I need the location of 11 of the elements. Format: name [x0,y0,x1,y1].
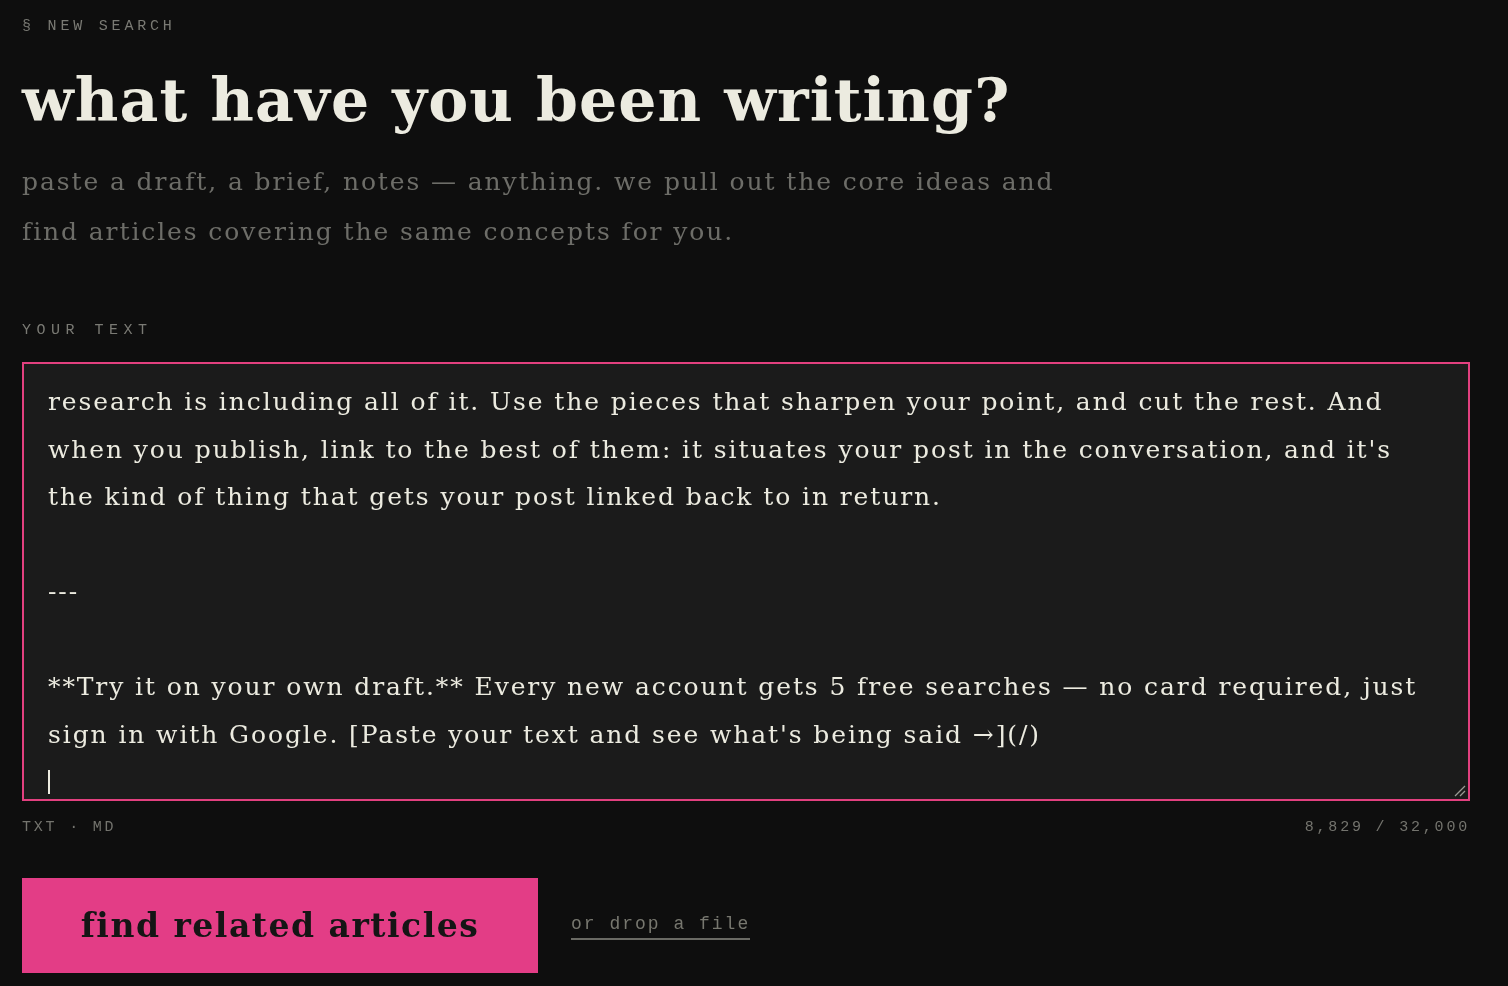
field-label: YOUR TEXT [22,321,153,341]
text-area[interactable]: research is including all of it. Use the pieces that sharpen your point, and cut the rest. And when you publish, link to the best of them: it situates your post in the conversation, and it's the kind of thing that gets your post linked back to in return. --- **Try it on your own draft.** Every new account gets 5 free searches — no card required, just sign in with Google. [Paste your text and see what's being said →](/) [22,362,1470,801]
text-cursor-icon [48,770,50,794]
resize-grip-icon[interactable] [1454,785,1466,797]
page-description: paste a draft, a brief, notes — anything. we pull out the core ideas and find articles covering the same concepts for you. [22,166,1056,248]
page-title: what have you been writing? [22,64,1011,136]
character-count: 8,829 / 32,000 [1304,818,1470,838]
section-label: § NEW SEARCH [22,17,176,37]
drop-file-link[interactable]: or drop a file [571,911,751,940]
file-formats: TXT · MD [22,818,117,838]
submit-button[interactable]: find related articles [22,878,538,973]
